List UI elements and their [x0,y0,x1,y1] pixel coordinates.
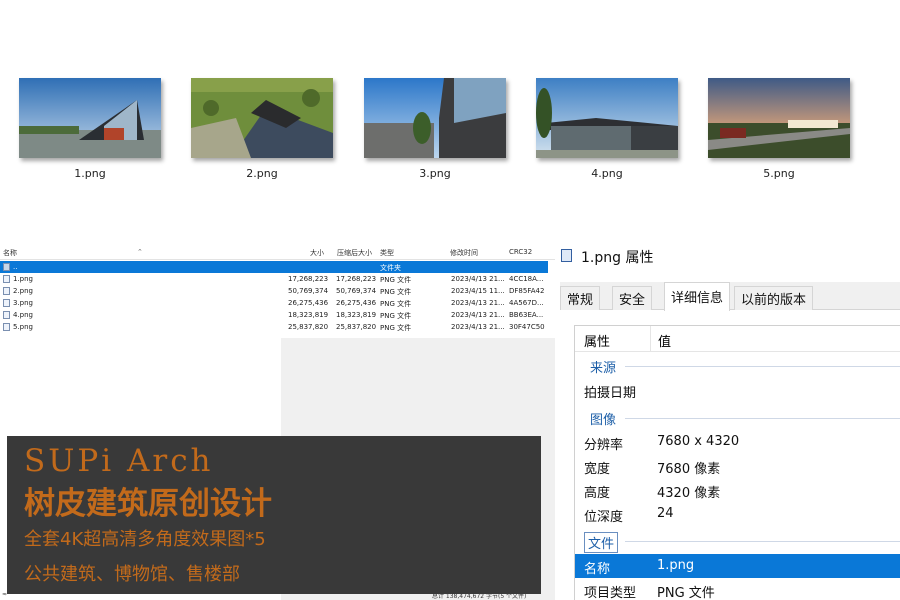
thumbnail-label: 5.png [763,167,795,180]
thumbnail-4[interactable]: 4.png [536,78,678,180]
row-resolution[interactable]: 分辨率 7680 x 4320 [575,430,900,454]
png-file-icon [561,249,572,262]
thumbnail-image [19,78,161,158]
header-property[interactable]: 属性 [584,331,610,350]
folder-up-icon [3,263,10,271]
banner-brand: SUPi Arch [24,443,214,479]
list-item[interactable]: 3.png 26,275,436 26,275,436 PNG 文件 2023/… [0,297,548,309]
list-item[interactable]: 2.png 50,769,374 50,769,374 PNG 文件 2023/… [0,285,548,297]
row-name[interactable]: 名称 1.png [575,554,900,578]
thumbnail-label: 3.png [419,167,451,180]
tab-bar: 常规 安全 详细信息 以前的版本 [560,282,900,311]
list-item[interactable]: 4.png 18,323,819 18,323,819 PNG 文件 2023/… [0,309,548,321]
thumbnail-1[interactable]: 1.png [19,78,161,180]
column-crc[interactable]: CRC32 [509,248,532,256]
thumbnail-label: 4.png [591,167,623,180]
row-date-taken[interactable]: 拍摄日期 [575,378,900,402]
thumbnail-label: 2.png [246,167,278,180]
thumbnail-3[interactable]: 3.png [364,78,506,180]
png-file-icon [3,299,10,307]
group-file[interactable]: 文件 [575,529,900,553]
list-item[interactable]: 1.png 17,268,223 17,268,223 PNG 文件 2023/… [0,273,548,285]
thumbnail-label: 1.png [74,167,106,180]
tab-security[interactable]: 安全 [612,286,653,310]
png-file-icon [3,311,10,319]
png-file-icon [3,323,10,331]
png-file-icon [3,287,10,295]
banner-categories: 公共建筑、博物馆、售楼部 [24,564,240,585]
column-packed-size[interactable]: 压缩后大小 [337,248,372,258]
tab-general[interactable]: 常规 [560,286,601,310]
details-table: 属性 值 来源 拍摄日期 图像 分辨率 7680 x 4320 宽度 7680 … [574,325,900,600]
row-height[interactable]: 高度 4320 像素 [575,478,900,502]
png-file-icon [3,275,10,283]
column-modified[interactable]: 修改时间 [450,248,478,258]
screen: 1.png 2.png 3.png 4.png 5.png 名称 ⌃ 大小 压缩… [0,0,900,600]
list-header: 名称 ⌃ 大小 压缩后大小 类型 修改时间 CRC32 [0,246,555,260]
column-size[interactable]: 大小 [310,248,324,258]
column-name[interactable]: 名称 [3,248,17,258]
sort-ascending-icon: ⌃ [137,248,143,256]
group-source[interactable]: 来源 [575,354,900,378]
thumbnail-image [364,78,506,158]
thumbnail-image [708,78,850,158]
banner-subtitle: 全套4K超高清多角度效果图*5 [24,529,266,550]
row-width[interactable]: 宽度 7680 像素 [575,454,900,478]
tab-details[interactable]: 详细信息 [664,282,731,311]
thumbnail-image [536,78,678,158]
properties-dialog: 1.png 属性 常规 安全 详细信息 以前的版本 属性 值 来源 拍摄日期 图… [555,240,900,600]
row-bit-depth[interactable]: 位深度 24 [575,502,900,526]
banner-title: 树皮建筑原创设计 [24,486,272,522]
tab-previous-versions[interactable]: 以前的版本 [734,286,814,310]
list-item[interactable]: 5.png 25,837,820 25,837,820 PNG 文件 2023/… [0,321,548,333]
thumbnail-2[interactable]: 2.png [191,78,333,180]
list-item-parent-folder[interactable]: .. 文件夹 [0,261,548,273]
header-value[interactable]: 值 [658,331,671,350]
thumbnail-image [191,78,333,158]
dialog-title: 1.png 属性 [581,250,654,266]
details-header: 属性 值 [575,326,900,352]
promo-banner: SUPi Arch 树皮建筑原创设计 全套4K超高清多角度效果图*5 公共建筑、… [7,436,541,594]
group-image[interactable]: 图像 [575,406,900,430]
column-type[interactable]: 类型 [380,248,394,258]
row-item-type[interactable]: 项目类型 PNG 文件 [575,578,900,600]
thumbnail-5[interactable]: 5.png [708,78,850,180]
